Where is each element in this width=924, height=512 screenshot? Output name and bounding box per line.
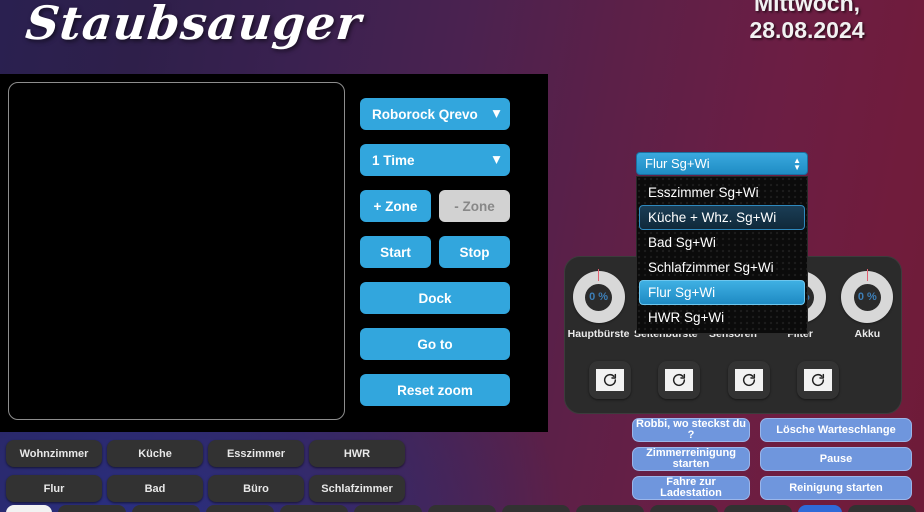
- clipped-button[interactable]: [206, 505, 274, 512]
- chevron-down-icon: ▾: [492, 104, 500, 121]
- goto-button[interactable]: Go to: [360, 328, 510, 360]
- refresh-icon: [803, 369, 832, 391]
- reset-zoom-button[interactable]: Reset zoom: [360, 374, 510, 406]
- start-button[interactable]: Start: [360, 236, 431, 268]
- pause-button[interactable]: Pause: [760, 447, 912, 471]
- room-select[interactable]: Flur Sg+Wi ▲ ▼ Esszimmer Sg+Wi Küche + Wh…: [636, 152, 808, 334]
- device-select[interactable]: Roborock Qrevo ▾: [360, 98, 510, 130]
- donut-gauge: 0 %: [572, 269, 625, 323]
- gauge-label: Akku: [854, 328, 881, 340]
- reset-filter-button[interactable]: [796, 361, 839, 399]
- updown-spinner-icon: ▲ ▼: [793, 155, 801, 172]
- refresh-icon: [596, 369, 624, 391]
- start-room-cleaning-button[interactable]: Zimmerreinigung starten: [632, 447, 750, 471]
- reset-consumable-row: [589, 361, 839, 399]
- gauge-tick-icon: [866, 269, 868, 281]
- room-button-schlafzimmer[interactable]: Schlafzimmer: [309, 475, 405, 502]
- clipped-button[interactable]: [132, 505, 200, 512]
- remove-zone-button: - Zone: [439, 190, 510, 222]
- clipped-button[interactable]: [848, 505, 916, 512]
- date-value: 28.08.2024: [749, 17, 865, 43]
- room-button-esszimmer[interactable]: Esszimmer: [208, 440, 304, 467]
- start-stop-row: Start Stop: [360, 236, 510, 268]
- reset-seitenbuerste-button[interactable]: [658, 361, 701, 399]
- room-select-value: Flur Sg+Wi: [645, 156, 710, 171]
- reset-hauptbuerste-button[interactable]: [589, 361, 631, 399]
- reset-sensoren-button[interactable]: [727, 361, 770, 399]
- page-title: Staubsauger: [23, 0, 365, 50]
- room-option-bad[interactable]: Bad Sg+Wi: [639, 230, 805, 255]
- find-robot-button[interactable]: Robbi, wo steckst du ?: [632, 418, 750, 442]
- device-select-value: Roborock Qrevo: [372, 106, 478, 122]
- clipped-button[interactable]: [724, 505, 792, 512]
- control-column: Roborock Qrevo ▾ 1 Time ▾ + Zone - Zone …: [360, 98, 510, 406]
- room-button-hwr[interactable]: HWR: [309, 440, 405, 467]
- repeat-select[interactable]: 1 Time ▾: [360, 144, 510, 176]
- clipped-button[interactable]: [58, 505, 126, 512]
- repeat-select-value: 1 Time: [372, 152, 415, 168]
- room-option-flur[interactable]: Flur Sg+Wi: [639, 280, 805, 305]
- gauge-hauptbuerste: 0 % Hauptbürste: [567, 269, 630, 340]
- room-option-schlafzimmer[interactable]: Schlafzimmer Sg+Wi: [639, 255, 805, 280]
- clipped-button[interactable]: [6, 505, 52, 512]
- room-button-buero[interactable]: Büro: [208, 475, 304, 502]
- zone-button-row: + Zone - Zone: [360, 190, 510, 222]
- donut-gauge: 0 %: [841, 269, 894, 323]
- room-button-kueche[interactable]: Küche: [107, 440, 203, 467]
- action-button-panel: Robbi, wo steckst du ? Lösche Warteschla…: [632, 418, 914, 500]
- room-option-esszimmer[interactable]: Esszimmer Sg+Wi: [639, 180, 805, 205]
- map-control-panel: Roborock Qrevo ▾ 1 Time ▾ + Zone - Zone …: [0, 74, 548, 432]
- dock-button[interactable]: Dock: [360, 282, 510, 314]
- gauge-tick-icon: [598, 269, 600, 281]
- refresh-icon: [665, 369, 694, 391]
- room-button-flur[interactable]: Flur: [6, 475, 102, 502]
- go-to-dock-button[interactable]: Fahre zur Ladestation: [632, 476, 750, 500]
- room-select-head[interactable]: Flur Sg+Wi ▲ ▼: [636, 152, 808, 175]
- stop-button[interactable]: Stop: [439, 236, 510, 268]
- room-button-grid: Wohnzimmer Küche Esszimmer HWR Flur Bad …: [6, 440, 418, 502]
- add-zone-button[interactable]: + Zone: [360, 190, 431, 222]
- gauge-label: Hauptbürste: [567, 328, 630, 340]
- clipped-button-active[interactable]: [798, 505, 842, 512]
- room-button-bad[interactable]: Bad: [107, 475, 203, 502]
- map-canvas[interactable]: [8, 82, 345, 420]
- clipped-button[interactable]: [354, 505, 422, 512]
- room-option-kueche-whz[interactable]: Küche + Whz. Sg+Wi: [639, 205, 805, 230]
- gauge-value: 0 %: [589, 291, 609, 303]
- clipped-button[interactable]: [280, 505, 348, 512]
- clipped-button[interactable]: [576, 505, 644, 512]
- start-cleaning-button[interactable]: Reinigung starten: [760, 476, 912, 500]
- gauge-akku: 0 % Akku: [836, 269, 898, 340]
- chevron-down-icon: ▾: [492, 150, 500, 167]
- clear-queue-button[interactable]: Lösche Warteschlange: [760, 418, 912, 442]
- clipped-button[interactable]: [502, 505, 570, 512]
- gauge-value: 0 %: [857, 291, 877, 303]
- clipped-button[interactable]: [650, 505, 718, 512]
- date-weekday: Mittwoch,: [753, 0, 861, 16]
- date-display: Mittwoch, 28.08.2024: [702, 0, 912, 44]
- room-button-wohnzimmer[interactable]: Wohnzimmer: [6, 440, 102, 467]
- room-select-options: Esszimmer Sg+Wi Küche + Whz. Sg+Wi Bad S…: [636, 176, 808, 334]
- clipped-button[interactable]: [428, 505, 496, 512]
- clipped-button-row: [6, 505, 924, 512]
- room-option-hwr[interactable]: HWR Sg+Wi: [639, 305, 805, 330]
- refresh-icon: [734, 369, 763, 391]
